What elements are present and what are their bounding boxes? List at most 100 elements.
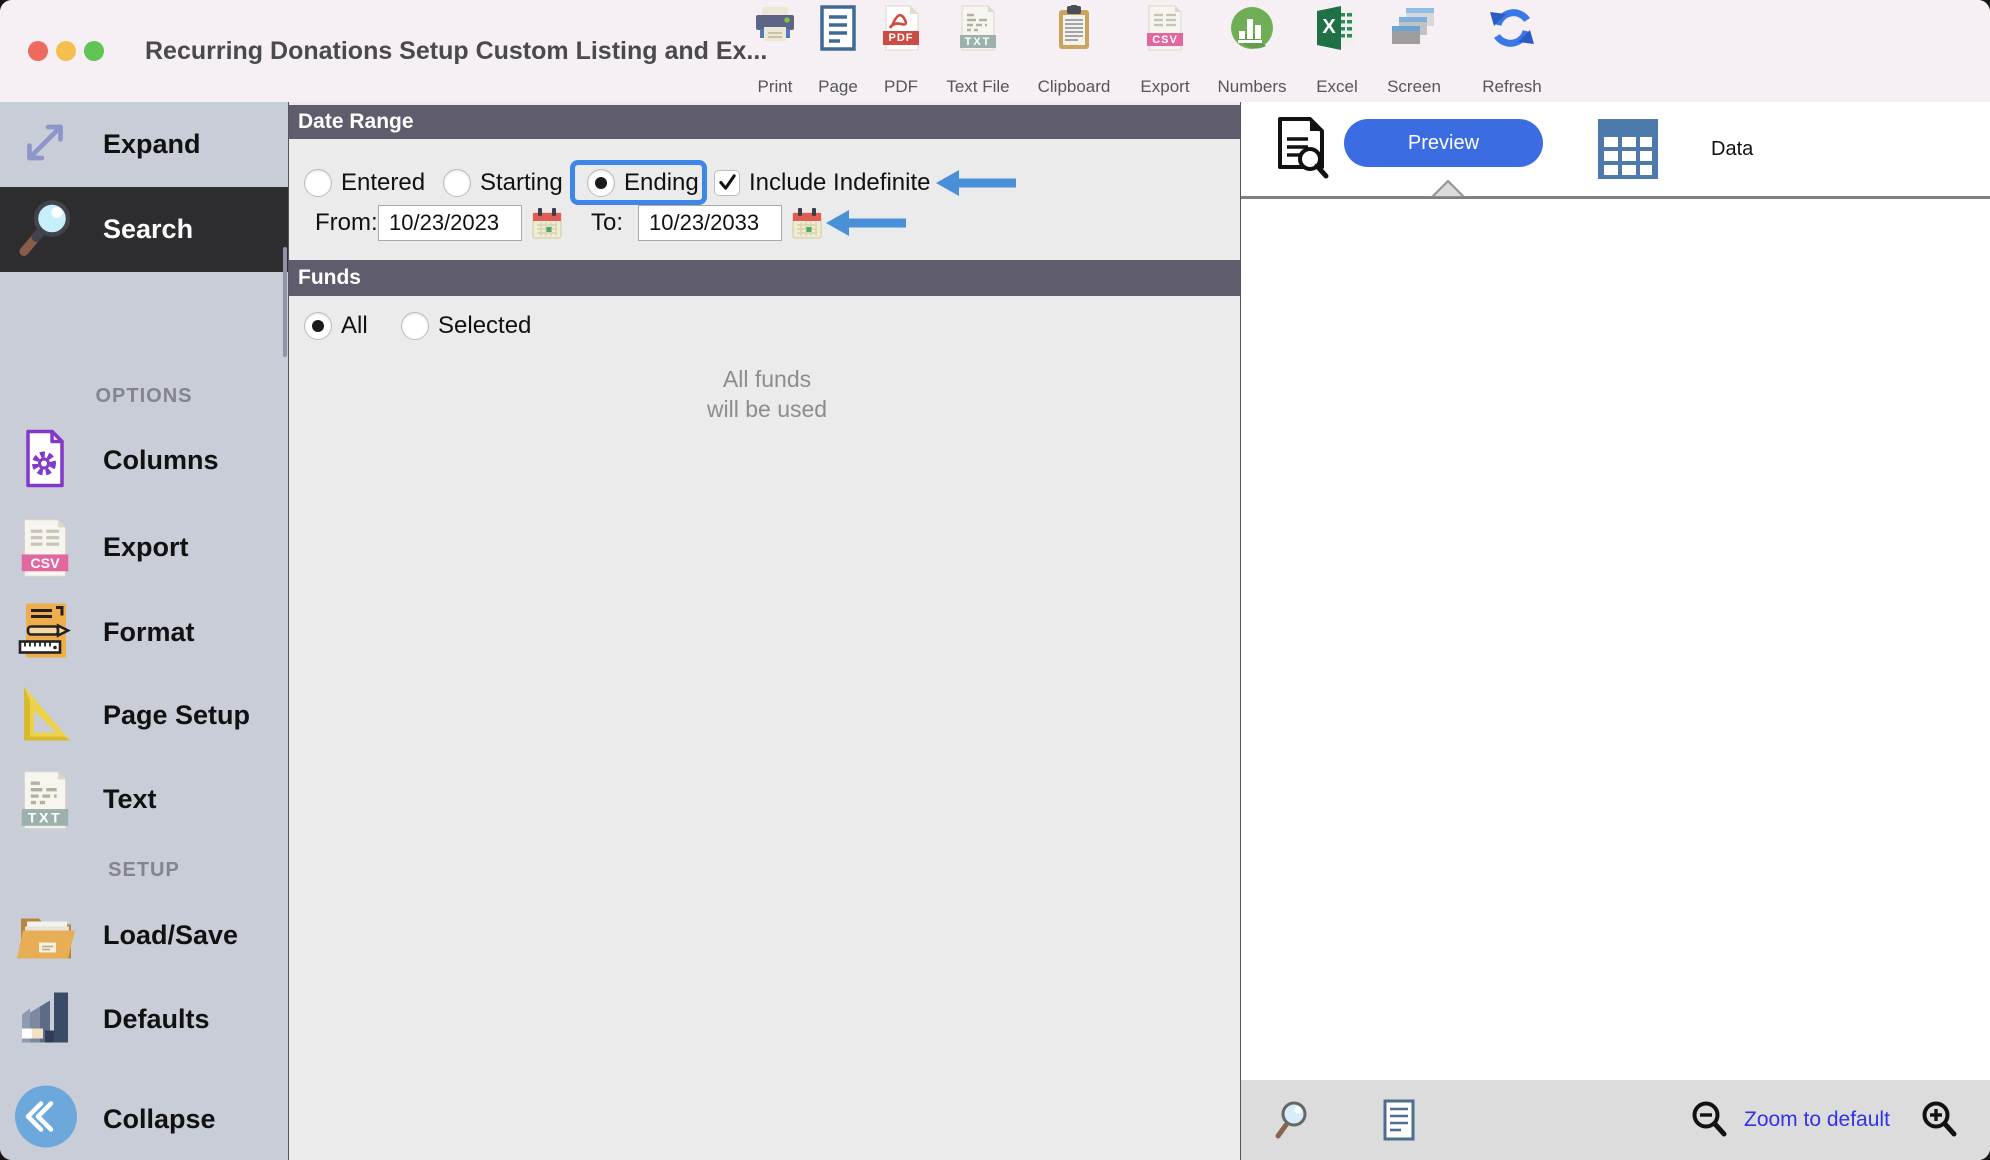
- funds-note-line1: All funds: [667, 364, 867, 394]
- preview-tab-strip: Preview Data: [1241, 102, 1990, 199]
- preview-content-area: [1241, 199, 1990, 1080]
- toolbar-refresh-button[interactable]: Refresh: [1464, 4, 1560, 99]
- sidebar-item-search[interactable]: Search: [0, 187, 288, 272]
- spacer: [0, 316, 288, 401]
- sidebar-item-text[interactable]: TXT Text: [0, 757, 288, 842]
- sidebar-item-label: Defaults: [103, 977, 210, 1062]
- annotation-arrow-left-icon: [936, 170, 1016, 201]
- preview-panel: Preview Data: [1240, 102, 1990, 1160]
- toolbar-screen-button[interactable]: Screen: [1366, 4, 1462, 99]
- radio-button-selected[interactable]: [587, 169, 615, 197]
- sidebar-item-load-save[interactable]: Load/Save: [0, 893, 288, 978]
- toolbar-text-file-button[interactable]: TXT Text File: [930, 4, 1026, 99]
- radio-label: Ending: [624, 169, 699, 197]
- funds-title: Funds: [298, 266, 361, 290]
- from-calendar-icon[interactable]: [531, 206, 563, 245]
- page-setup-triangle-icon: [14, 682, 76, 749]
- sidebar-item-defaults[interactable]: Defaults: [0, 977, 288, 1062]
- sidebar-item-label: Expand: [103, 102, 201, 187]
- sidebar-section-setup: SETUP: [0, 859, 288, 882]
- from-date-input[interactable]: [378, 205, 522, 241]
- toolbar-item-label: Excel: [1316, 77, 1358, 99]
- zoom-window-button[interactable]: [84, 41, 104, 61]
- to-calendar-icon[interactable]: [791, 206, 823, 245]
- radio-entered[interactable]: Entered: [304, 160, 425, 205]
- date-range-title: Date Range: [298, 110, 414, 134]
- title-bar: Recurring Donations Setup Custom Listing…: [0, 0, 1990, 103]
- numbers-icon: [1228, 4, 1276, 57]
- to-label: To:: [591, 209, 623, 237]
- tab-preview[interactable]: Preview: [1344, 119, 1543, 167]
- date-range-section-header: Date Range: [289, 105, 1240, 139]
- close-window-button[interactable]: [28, 41, 48, 61]
- text-view-icon[interactable]: [1379, 1098, 1419, 1147]
- svg-text:TXT: TXT: [28, 810, 63, 826]
- zoom-out-icon[interactable]: [1689, 1099, 1733, 1148]
- sidebar-item-label: Collapse: [103, 1079, 216, 1159]
- include-indefinite-checkbox[interactable]: Include Indefinite: [714, 160, 930, 205]
- radio-button[interactable]: [401, 312, 429, 340]
- data-table-icon: [1596, 117, 1660, 186]
- tab-data[interactable]: Data: [1711, 102, 1753, 196]
- radio-label: Starting: [480, 169, 563, 197]
- radio-label: Entered: [341, 169, 425, 197]
- expand-icon: [14, 111, 76, 178]
- clipboard-icon: [1050, 4, 1098, 57]
- sidebar-item-label: Load/Save: [103, 893, 238, 978]
- search-options-panel: Date Range Entered Starting Ending Inclu…: [289, 102, 1240, 1160]
- app-window: Recurring Donations Setup Custom Listing…: [0, 0, 1990, 1160]
- search-icon: [14, 194, 80, 265]
- folder-icon: [14, 902, 78, 969]
- toolbar-item-label: Numbers: [1218, 77, 1287, 99]
- sidebar-item-expand[interactable]: Expand: [0, 102, 288, 187]
- csv-export-icon: CSV: [1141, 4, 1189, 52]
- to-field-group: To:: [591, 202, 633, 244]
- toolbar-item-label: Refresh: [1482, 77, 1542, 99]
- sidebar-scrollbar-thumb[interactable]: [283, 247, 287, 357]
- minimize-window-button[interactable]: [56, 41, 76, 61]
- funds-section-header: Funds: [289, 260, 1240, 296]
- toolbar-export-button[interactable]: CSV Export: [1117, 4, 1213, 99]
- sidebar-item-columns[interactable]: Columns: [0, 418, 288, 503]
- toolbar-item-label: Export: [1140, 77, 1189, 99]
- txt-file-icon: TXT: [14, 769, 76, 831]
- toolbar-clipboard-button[interactable]: Clipboard: [1026, 4, 1122, 99]
- collapse-chevrons-icon: [14, 1085, 78, 1154]
- sidebar-item-export[interactable]: CSV Export: [0, 505, 288, 590]
- sidebar-item-label: Text: [103, 757, 157, 842]
- radio-ending-focus-ring[interactable]: Ending: [570, 160, 707, 205]
- radio-button[interactable]: [443, 169, 471, 197]
- sidebar-item-collapse[interactable]: Collapse: [0, 1079, 288, 1159]
- radio-funds-selected[interactable]: Selected: [401, 308, 531, 344]
- sidebar-item-label: Page Setup: [103, 673, 250, 758]
- checkbox-checked[interactable]: [714, 170, 740, 196]
- radio-label: All: [341, 312, 368, 340]
- preview-bottom-bar: Zoom to default: [1241, 1080, 1990, 1160]
- toolbar-item-label: PDF: [884, 77, 918, 99]
- sidebar-item-page-setup[interactable]: Page Setup: [0, 673, 288, 758]
- radio-button[interactable]: [304, 169, 332, 197]
- pdf-icon: PDF: [877, 4, 925, 52]
- radio-funds-all[interactable]: All: [304, 308, 368, 344]
- checkbox-label: Include Indefinite: [749, 169, 930, 197]
- zoom-in-icon[interactable]: [1919, 1099, 1963, 1148]
- toolbar-numbers-button[interactable]: Numbers: [1204, 4, 1300, 99]
- zoom-to-default-link[interactable]: Zoom to default: [1744, 1080, 1890, 1160]
- sidebar-item-label: Search: [103, 187, 193, 272]
- csv-export-icon: CSV: [14, 517, 76, 579]
- funds-note: All funds will be used: [667, 364, 867, 424]
- annotation-arrow-left-icon: [826, 210, 906, 241]
- sidebar-item-format[interactable]: Format: [0, 590, 288, 675]
- toolbar-item-label: Clipboard: [1038, 77, 1111, 99]
- from-label: From:: [315, 209, 378, 237]
- defaults-skyline-icon: [14, 986, 76, 1053]
- to-date-input[interactable]: [638, 205, 782, 241]
- radio-button-selected[interactable]: [304, 312, 332, 340]
- toolbar-item-label: Screen: [1387, 77, 1441, 99]
- magnifier-tool-icon[interactable]: [1271, 1098, 1315, 1147]
- radio-starting[interactable]: Starting: [443, 160, 563, 205]
- window-title: Recurring Donations Setup Custom Listing…: [145, 0, 767, 102]
- sidebar: Expand Search OPTIONS: [0, 102, 289, 1160]
- sidebar-item-label: Export: [103, 505, 189, 590]
- sidebar-item-label: Format: [103, 590, 195, 675]
